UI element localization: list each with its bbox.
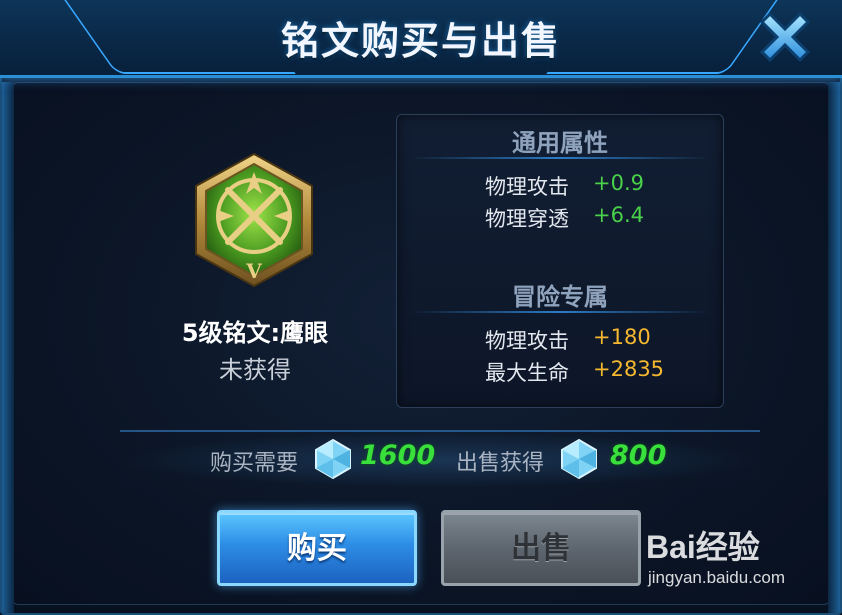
sell-gain-value: 800 xyxy=(610,440,667,471)
frame-edge-right xyxy=(828,82,840,613)
rune-emblem: V xyxy=(188,150,320,290)
general-attributes-heading: 通用属性 xyxy=(512,129,608,157)
buy-button[interactable]: 购买 xyxy=(217,510,417,586)
section-divider xyxy=(409,311,711,313)
attribute-row: 物理攻击 +180 xyxy=(397,325,723,355)
attribute-row: 最大生命 +2835 xyxy=(397,357,723,387)
rune-hawkeye-icon: V xyxy=(195,152,313,288)
buy-cost-label: 购买需要 xyxy=(210,451,299,476)
adventure-attributes-heading: 冒险专属 xyxy=(512,283,608,311)
rune-level-mark: V xyxy=(245,259,262,283)
attribute-label: 物理攻击 xyxy=(485,175,569,199)
close-button[interactable] xyxy=(756,8,814,66)
rune-name: 5级铭文:鹰眼 xyxy=(181,319,329,347)
attribute-value: +6.4 xyxy=(593,203,644,227)
attribute-label: 最大生命 xyxy=(485,361,569,385)
sell-gain-label: 出售获得 xyxy=(456,451,545,476)
watermark-site: jingyan.baidu.com xyxy=(648,568,786,587)
sell-button[interactable]: 出售 xyxy=(441,510,641,586)
attribute-label: 物理攻击 xyxy=(485,329,569,353)
attribute-value: +0.9 xyxy=(593,171,644,195)
attribute-value: +2835 xyxy=(593,357,665,381)
buy-cost-value: 1600 xyxy=(360,440,436,471)
attribute-row: 物理穿透 +6.4 xyxy=(397,203,723,233)
close-x-icon xyxy=(759,11,811,63)
attribute-row: 物理攻击 +0.9 xyxy=(397,171,723,201)
attribute-panel: 通用属性 物理攻击 +0.9 物理穿透 +6.4 冒险专属 物理攻击 +180 … xyxy=(396,114,724,408)
section-divider xyxy=(409,157,711,159)
attribute-value: +180 xyxy=(593,325,651,349)
dialog-title: 铭文购买与出售 xyxy=(280,19,561,63)
attribute-label: 物理穿透 xyxy=(485,207,569,231)
title-bar: 铭文购买与出售 xyxy=(0,0,842,78)
rune-status: 未获得 xyxy=(219,356,291,384)
watermark-logo: Bai经验 xyxy=(646,529,760,565)
frame-edge-left xyxy=(2,82,14,613)
crystal-icon xyxy=(312,438,354,480)
crystal-icon xyxy=(558,438,600,480)
baidu-watermark: Bai经验 jingyan.baidu.com xyxy=(646,522,806,602)
